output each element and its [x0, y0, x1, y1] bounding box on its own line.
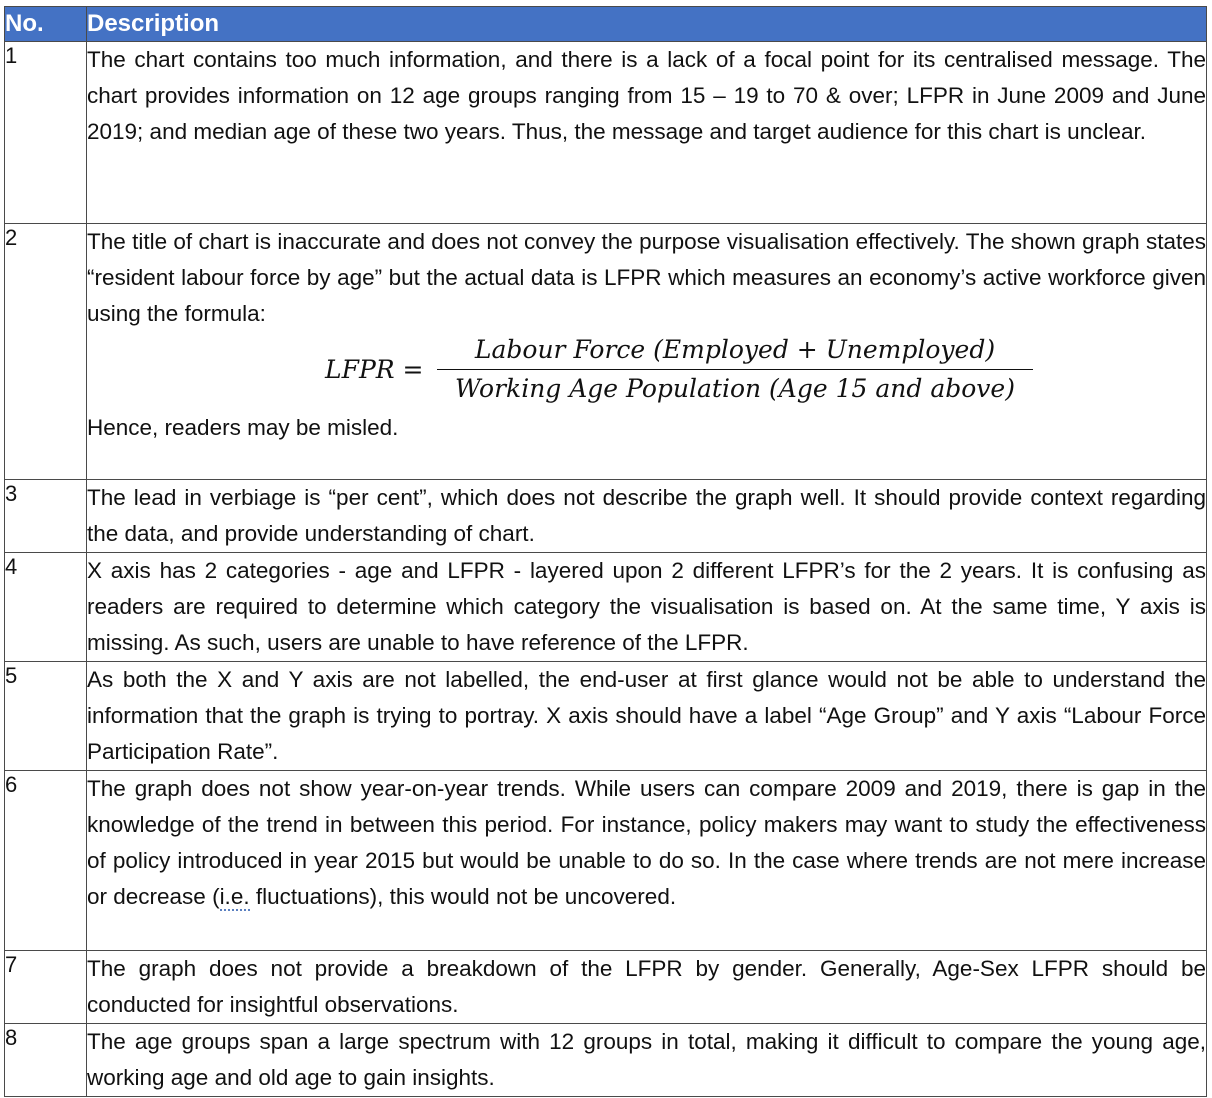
table-row: 3 The lead in verbiage is “per cent”, wh…	[4, 479, 1207, 553]
formula-numerator: Labour Force (Employed + Unemployed)	[437, 332, 1033, 370]
row-description: The chart contains too much information,…	[86, 41, 1207, 224]
row-description: The graph does not provide a breakdown o…	[86, 950, 1207, 1024]
description-text-after: fluctuations), this would not be uncover…	[249, 884, 677, 909]
table-row: 1 The chart contains too much informatio…	[4, 41, 1207, 224]
table-row: 6 The graph does not show year-on-year t…	[4, 770, 1207, 951]
description-text: The title of chart is inaccurate and doe…	[87, 229, 1206, 326]
row-number: 5	[4, 661, 87, 771]
formula-denominator: Working Age Population (Age 15 and above…	[455, 374, 1015, 403]
description-text: The graph does not provide a breakdown o…	[87, 956, 1206, 1017]
critique-table: No. Description 1 The chart contains too…	[4, 6, 1207, 1097]
table-row: 2 The title of chart is inaccurate and d…	[4, 223, 1207, 480]
row-number: 4	[4, 552, 87, 662]
description-text: As both the X and Y axis are not labelle…	[87, 667, 1206, 764]
row-description: The age groups span a large spectrum wit…	[86, 1023, 1207, 1097]
description-text: The chart contains too much information,…	[87, 47, 1206, 144]
row-number: 2	[4, 223, 87, 480]
row-number: 7	[4, 950, 87, 1024]
table-row: 8 The age groups span a large spectrum w…	[4, 1023, 1207, 1097]
description-text: X axis has 2 categories - age and LFPR -…	[87, 558, 1206, 655]
row-description: X axis has 2 categories - age and LFPR -…	[86, 552, 1207, 662]
table-row: 4 X axis has 2 categories - age and LFPR…	[4, 552, 1207, 662]
ie-abbreviation: i.e.	[219, 884, 250, 911]
table-header-row: No. Description	[4, 6, 1207, 42]
header-no: No.	[4, 6, 87, 42]
row-description: The graph does not show year-on-year tre…	[86, 770, 1207, 951]
formula-lhs: LFPR =	[325, 355, 424, 384]
row-number: 8	[4, 1023, 87, 1097]
row-number: 3	[4, 479, 87, 553]
table-row: 5 As both the X and Y axis are not label…	[4, 661, 1207, 771]
row-description: The title of chart is inaccurate and doe…	[86, 223, 1207, 480]
description-text-after: Hence, readers may be misled.	[87, 415, 399, 440]
lfpr-formula: LFPR = Labour Force (Employed + Unemploy…	[87, 332, 1206, 410]
table-row: 7 The graph does not provide a breakdown…	[4, 950, 1207, 1024]
header-description: Description	[86, 6, 1207, 42]
row-number: 1	[4, 41, 87, 224]
description-text: The graph does not show year-on-year tre…	[87, 771, 1206, 915]
formula-fraction: Labour Force (Employed + Unemployed) Wor…	[437, 332, 1033, 408]
row-description: As both the X and Y axis are not labelle…	[86, 661, 1207, 771]
row-number: 6	[4, 770, 87, 951]
description-text: The lead in verbiage is “per cent”, whic…	[87, 485, 1206, 546]
description-text: The age groups span a large spectrum wit…	[87, 1029, 1206, 1090]
row-description: The lead in verbiage is “per cent”, whic…	[86, 479, 1207, 553]
